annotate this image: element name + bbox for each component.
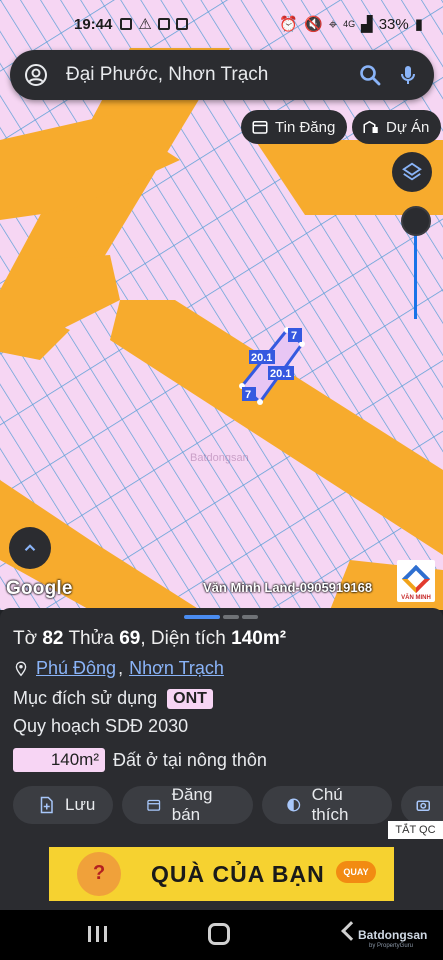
zalo-icon <box>120 18 133 30</box>
chevron-up-icon <box>24 544 36 551</box>
opacity-slider-handle[interactable] <box>401 206 431 236</box>
projects-chip-label: Dự Án <box>386 118 430 136</box>
agent-watermark: Văn Minh Land-0905919168 <box>203 580 373 595</box>
location-line: Phú Đông, Nhơn Trạch <box>14 658 224 679</box>
notification-icons: ⚠ <box>120 15 188 33</box>
account-icon[interactable] <box>24 63 48 87</box>
land-use-area: 140m² <box>13 748 105 772</box>
post-for-sale-button[interactable]: Đăng bán <box>122 785 254 824</box>
legend-button[interactable]: Chú thích <box>262 785 393 824</box>
land-purpose: Mục đích sử dụng ONT <box>13 688 213 709</box>
add-photo-icon <box>416 800 431 811</box>
ad-spin-button[interactable]: QUAY <box>336 861 376 883</box>
system-navigation-bar: Batdongsan by PropertyGuru <box>0 910 443 960</box>
check-icon <box>157 18 170 30</box>
projects-chip[interactable]: Dự Án <box>352 110 442 144</box>
van-minh-logo: VĂN MINH <box>397 560 435 602</box>
plot-number: 69 <box>119 628 141 649</box>
land-use-row: 140m² Đất ở tại nông thôn <box>13 748 267 772</box>
map-watermark-faint: Batdongsan <box>190 452 249 464</box>
search-bar[interactable]: Đại Phước, Nhơn Trạch <box>10 50 434 100</box>
calendar-icon <box>147 799 161 811</box>
plan-title: Quy hoạch SDĐ 2030 <box>13 716 189 736</box>
screen: 20.1 7 20.1 7 Batdongsan 19:44 ⚠ ⏰ 🔇 ⌖ 4… <box>0 0 443 960</box>
dim-label: 20.1 <box>270 368 291 380</box>
recent-apps-icon[interactable] <box>88 926 107 942</box>
camera-button[interactable] <box>401 786 443 824</box>
save-button[interactable]: Lưu <box>13 786 114 824</box>
action-row: Lưu Đăng bán Chú thích <box>13 785 443 824</box>
dim-label: 20.1 <box>251 352 272 364</box>
sheet-number: 82 <box>42 628 64 649</box>
sheet-drag-handle[interactable] <box>184 615 258 619</box>
signal-icon: ▟ <box>361 16 373 33</box>
ward-link[interactable]: Phú Đông <box>36 658 116 679</box>
search-icon[interactable] <box>358 63 382 87</box>
parcel-summary: Tờ 82 Thửa 69, Diện tích 140m² <box>13 628 287 649</box>
district-link[interactable]: Nhơn Trạch <box>129 658 224 679</box>
listings-chip[interactable]: Tin Đăng <box>241 110 348 144</box>
network-icon: 4G <box>343 19 356 29</box>
microphone-icon[interactable] <box>396 63 420 87</box>
location-pin-icon <box>15 660 27 676</box>
dim-label: 7 <box>291 330 297 342</box>
ad-banner[interactable]: QUÀ CỦA BẠN QUAY <box>49 847 394 901</box>
layers-button[interactable] <box>392 152 432 192</box>
status-time: 19:44 <box>74 15 113 33</box>
contrast-icon <box>287 798 301 812</box>
ad-banner-text: QUÀ CỦA BẠN <box>151 860 325 887</box>
layers-icon <box>402 162 422 181</box>
purpose-label: Mục đích sử dụng <box>13 688 158 708</box>
land-use-description: Đất ở tại nông thôn <box>113 749 267 770</box>
home-icon[interactable] <box>208 923 230 945</box>
batdongsan-logo: Batdongsan <box>358 928 428 942</box>
status-bar: 19:44 ⚠ ⏰ 🔇 ⌖ 4G ▟ 33% ▮ <box>0 0 443 48</box>
add-file-icon <box>40 796 53 814</box>
expand-button[interactable] <box>9 527 51 569</box>
parcel-info-sheet[interactable]: Tờ 82 Thửa 69, Diện tích 140m² Phú Đông,… <box>0 608 443 910</box>
location-icon: ⌖ <box>328 15 338 33</box>
alarm-icon: ⏰ <box>279 16 298 33</box>
warning-icon: ⚠ <box>138 16 152 33</box>
parcel-area: 140m² <box>231 628 287 649</box>
batdongsan-sub: by PropertyGuru <box>369 943 414 949</box>
image-icon <box>175 18 188 30</box>
gift-icon <box>77 852 121 896</box>
disable-ads-button[interactable]: TẮT QC <box>388 821 443 839</box>
mute-icon: 🔇 <box>304 16 323 33</box>
purpose-code-badge: ONT <box>167 688 213 709</box>
calendar-icon <box>252 121 268 134</box>
search-input[interactable]: Đại Phước, Nhơn Trạch <box>66 64 344 86</box>
dim-label: 7 <box>245 389 251 401</box>
building-icon <box>363 120 378 133</box>
google-logo: Google <box>6 578 73 599</box>
system-icons: ⏰ 🔇 ⌖ 4G ▟ 33% ▮ <box>279 15 423 34</box>
listings-chip-label: Tin Đăng <box>275 118 336 136</box>
battery-text: 33% <box>378 15 409 33</box>
battery-icon: ▮ <box>414 16 423 33</box>
